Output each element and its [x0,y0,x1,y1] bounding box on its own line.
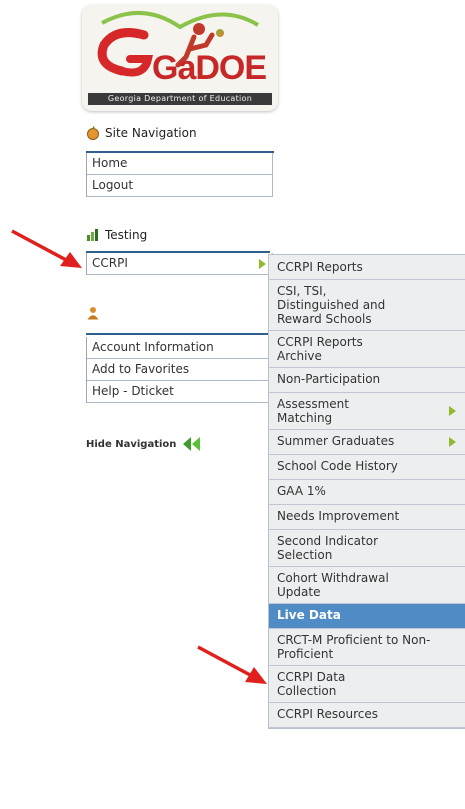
nav-item-label: Help - Dticket [92,384,174,398]
nav-item-home[interactable]: Home [87,153,273,175]
submenu-item-school-code-history[interactable]: School Code History [269,455,465,480]
submenu-item-label: CCRPI Resources [277,707,378,721]
submenu-item-label: Cohort Withdrawal Update [277,571,389,599]
submenu-item-label: CRCT-M Proficient to Non-Proficient [277,633,431,661]
site-navigation-menu: Home Logout [86,153,273,197]
ccrpi-submenu: CCRPI Reports CSI, TSI, Distinguished an… [268,254,465,729]
nav-item-logout[interactable]: Logout [87,175,273,197]
nav-item-label: Account Information [92,340,214,354]
annotation-arrow-icon [197,645,267,684]
account-header [86,306,105,320]
bar-chart-icon [87,229,98,241]
logo-tagline: Georgia Department of Education [88,93,272,105]
submenu-item-label: CCRPI Data Collection [277,670,346,698]
submenu-item-label: Non-Participation [277,372,381,386]
nav-item-add-to-favorites[interactable]: Add to Favorites [87,359,273,381]
submenu-item-gaa-1-percent[interactable]: GAA 1% [269,480,465,505]
submenu-item-ccrpi-resources[interactable]: CCRPI Resources [269,703,465,728]
submenu-arrow-icon [259,259,266,269]
user-icon [87,307,99,320]
submenu-item-needs-improvement[interactable]: Needs Improvement [269,505,465,530]
submenu-item-cohort-withdrawal-update[interactable]: Cohort Withdrawal Update [269,567,465,604]
double-left-arrow-icon [183,437,201,451]
nav-item-account-information[interactable]: Account Information [87,337,273,359]
submenu-item-label: School Code History [277,459,398,473]
nav-item-label: CCRPI [92,256,128,270]
submenu-item-label: CSI, TSI, Distinguished and Reward Schoo… [277,284,386,326]
nav-item-label: Add to Favorites [92,362,190,376]
divider [86,333,270,335]
submenu-item-non-participation[interactable]: Non-Participation [269,368,465,393]
logo-brand-text: GaDOE [152,49,267,87]
submenu-item-crct-m-proficient[interactable]: CRCT-M Proficient to Non-Proficient [269,629,465,666]
submenu-item-label: CCRPI Reports [277,260,363,274]
testing-title: Testing [105,228,148,242]
nav-item-ccrpi[interactable]: CCRPI [87,253,273,275]
submenu-arrow-icon [449,437,456,447]
submenu-item-second-indicator-selection[interactable]: Second Indicator Selection [269,530,465,567]
nav-item-help-dticket[interactable]: Help - Dticket [87,381,273,403]
submenu-item-summer-graduates[interactable]: Summer Graduates [269,430,465,455]
hide-navigation-link[interactable]: Hide Navigation [86,436,203,452]
submenu-item-label: Needs Improvement [277,509,400,523]
annotation-arrow-icon [11,229,82,268]
submenu-item-label: Second Indicator Selection [277,534,379,562]
site-navigation-title: Site Navigation [105,126,197,140]
testing-header: Testing [86,228,147,242]
submenu-item-assessment-matching[interactable]: Assessment Matching [269,393,465,430]
submenu-item-label: GAA 1% [277,484,326,498]
nav-item-label: Logout [92,178,134,192]
submenu-item-csi-tsi[interactable]: CSI, TSI, Distinguished and Reward Schoo… [269,280,465,331]
submenu-item-label: Assessment Matching [277,397,349,425]
account-menu: Account Information Add to Favorites Hel… [86,337,273,403]
hide-navigation-label: Hide Navigation [86,438,177,450]
apple-icon [87,126,99,140]
submenu-item-ccrpi-data-collection[interactable]: CCRPI Data Collection [269,666,465,703]
submenu-arrow-icon [449,406,456,416]
submenu-item-ccrpi-reports[interactable]: CCRPI Reports [269,255,465,280]
site-navigation-header: Site Navigation [86,126,197,140]
submenu-item-ccrpi-reports-archive[interactable]: CCRPI Reports Archive [269,331,465,368]
submenu-item-label: Summer Graduates [277,434,395,448]
gadoe-logo[interactable]: GaDOE Georgia Department of Education [82,5,278,111]
submenu-item-live-data[interactable]: Live Data [269,604,465,629]
nav-item-label: Home [92,156,128,170]
submenu-item-label: CCRPI Reports Archive [277,335,363,363]
submenu-item-label: Live Data [277,608,341,622]
testing-menu: CCRPI [86,253,273,275]
